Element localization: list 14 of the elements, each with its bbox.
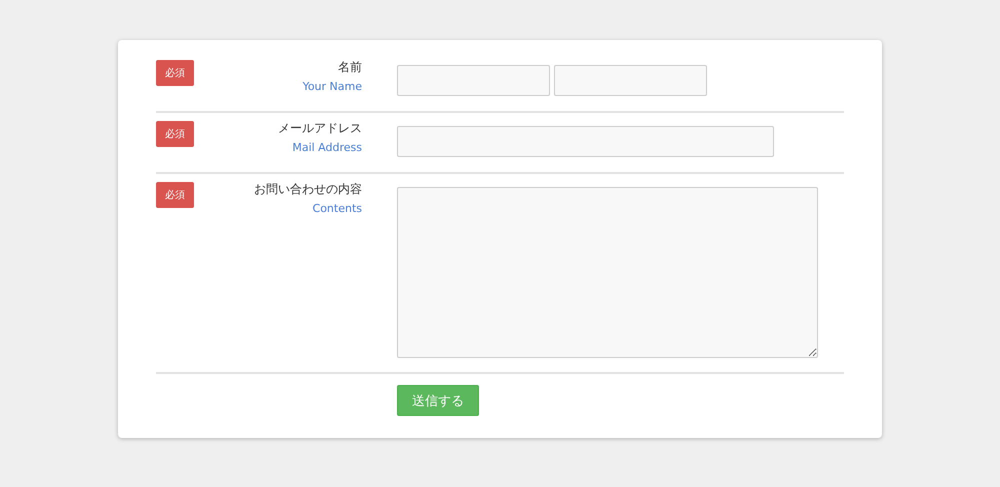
required-badge: 必須 <box>156 60 194 86</box>
input-field[interactable] <box>397 65 550 96</box>
field-label: お問い合わせの内容 <box>254 182 362 196</box>
field-label: 名前 <box>338 60 362 74</box>
required-badge: 必須 <box>156 182 194 208</box>
field-label: メールアドレス <box>278 121 362 135</box>
input-field[interactable] <box>554 65 707 96</box>
input-field[interactable] <box>397 126 774 157</box>
field-sublabel: Your Name <box>302 80 362 94</box>
submit-button[interactable]: 送信する <box>397 385 479 416</box>
required-badge: 必須 <box>156 121 194 147</box>
field-sublabel: Contents <box>312 202 362 216</box>
field-sublabel: Mail Address <box>292 141 362 155</box>
text-area[interactable] <box>397 187 818 358</box>
